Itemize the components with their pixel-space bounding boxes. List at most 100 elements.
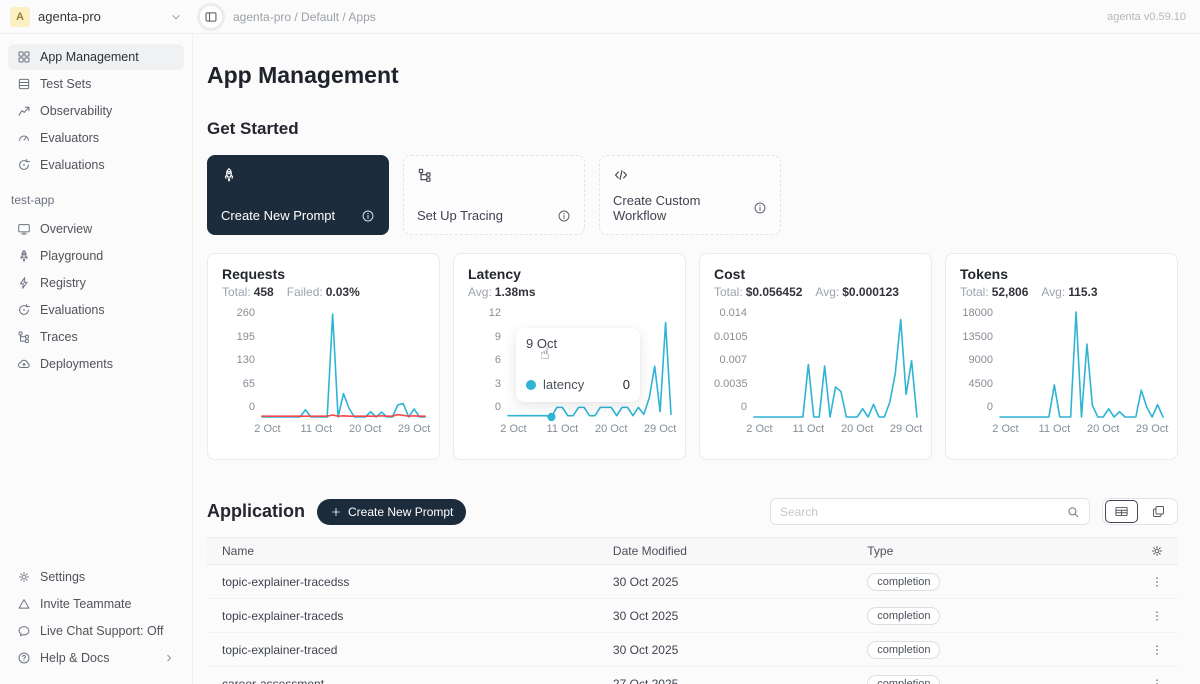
y-tick-label: 65: [222, 379, 255, 390]
sidebar-item-evaluations[interactable]: Evaluations: [8, 297, 184, 323]
sidebar-item-settings[interactable]: Settings: [8, 564, 184, 590]
page-title: App Management: [207, 62, 1178, 89]
sidebar-item-label: Overview: [40, 222, 92, 236]
x-tick-label: 11 Oct: [793, 423, 825, 435]
row-app-name[interactable]: topic-explainer-traced: [222, 643, 613, 657]
get-started-card-top: [417, 167, 571, 188]
help-icon: [17, 651, 31, 665]
sidebar-item-invite-teammate[interactable]: Invite Teammate: [8, 591, 184, 617]
sidebar-item-registry[interactable]: Registry: [8, 270, 184, 296]
y-axis-labels: 1800013500900045000: [960, 308, 1000, 413]
row-date-modified: 30 Oct 2025: [613, 609, 867, 623]
table-row[interactable]: topic-explainer-traced 30 Oct 2025 compl…: [207, 633, 1178, 667]
y-axis-labels: 0.0140.01050.0070.00350: [714, 308, 754, 413]
sidebar-item-playground[interactable]: Playground: [8, 243, 184, 269]
get-started-title: Get Started: [207, 119, 1178, 139]
view-toggle: [1102, 498, 1178, 525]
info-icon[interactable]: [753, 201, 767, 215]
get-started-card-create-custom-workflow[interactable]: Create Custom Workflow: [599, 155, 781, 235]
sidebar-item-label: Invite Teammate: [40, 597, 131, 611]
x-axis-labels: 2 Oct11 Oct20 Oct29 Oct: [508, 417, 671, 433]
column-header-name[interactable]: Name: [222, 544, 613, 558]
create-new-prompt-button[interactable]: Create New Prompt: [317, 499, 466, 525]
x-axis-labels: 2 Oct11 Oct20 Oct29 Oct: [1000, 417, 1163, 433]
x-tick-label: 11 Oct: [301, 423, 333, 435]
sidebar-item-label: Help & Docs: [40, 651, 109, 665]
sidebar-item-deployments[interactable]: Deployments: [8, 351, 184, 377]
grid-icon: [17, 50, 31, 64]
table-view-button[interactable]: [1103, 498, 1140, 525]
monitor-icon: [17, 222, 31, 236]
row-app-name[interactable]: topic-explainer-tracedss: [222, 575, 613, 589]
line-series-cost: [754, 319, 917, 417]
sidebar-toggle-button[interactable]: [197, 3, 225, 31]
row-menu-icon[interactable]: [1150, 609, 1164, 623]
chart-body: 1800013500900045000: [960, 312, 1163, 417]
y-tick-label: 9000: [960, 355, 993, 366]
y-tick-label: 0.007: [714, 355, 747, 366]
sidebar-footer-group: Settings Invite Teammate Live Chat Suppo…: [8, 564, 184, 672]
y-tick-label: 195: [222, 332, 255, 343]
chart-plot[interactable]: [1000, 312, 1163, 417]
row-menu-icon[interactable]: [1150, 677, 1164, 684]
row-type-cell: completion: [867, 675, 1074, 684]
y-tick-label: 13500: [960, 332, 993, 343]
sidebar-item-test-sets[interactable]: Test Sets: [8, 71, 184, 97]
get-started-card-set-up-tracing[interactable]: Set Up Tracing: [403, 155, 585, 235]
sidebar-item-overview[interactable]: Overview: [8, 216, 184, 242]
get-started-cards: Create New Prompt Set Up Tracing Create …: [207, 155, 1178, 235]
info-icon[interactable]: [557, 209, 571, 223]
info-icon[interactable]: [361, 209, 375, 223]
table-row[interactable]: topic-explainer-traceds 30 Oct 2025 comp…: [207, 599, 1178, 633]
chart-stat: Total:52,806: [960, 285, 1028, 299]
sidebar-item-evaluations[interactable]: Evaluations: [8, 152, 184, 178]
row-app-name[interactable]: career-assessment: [222, 677, 613, 684]
tooltip-series-value: 0: [623, 377, 630, 392]
get-started-card-label: Create Custom Workflow: [613, 193, 753, 223]
get-started-card-create-new-prompt[interactable]: Create New Prompt: [207, 155, 389, 235]
chart-stats: Total:458 Failed:0.03%: [222, 285, 425, 299]
row-menu-icon[interactable]: [1150, 643, 1164, 657]
sidebar-item-label: Traces: [40, 330, 78, 344]
chart-stat: Total:458: [222, 285, 274, 299]
x-tick-label: 20 Oct: [595, 423, 627, 435]
chart-tooltip: 9 Oct latency 0: [516, 328, 640, 402]
sidebar-item-evaluators[interactable]: Evaluators: [8, 125, 184, 151]
app-version: agenta v0.59.10: [1107, 11, 1200, 23]
chart-plot[interactable]: [262, 312, 425, 417]
get-started-card-bottom: Create Custom Workflow: [613, 193, 767, 223]
search-icon[interactable]: [1066, 505, 1080, 519]
row-type-cell: completion: [867, 573, 1074, 591]
card-view-button[interactable]: [1140, 498, 1177, 525]
tooltip-series-row: latency 0: [526, 377, 630, 392]
main-content: App Management Get Started Create New Pr…: [193, 34, 1200, 684]
row-menu-icon[interactable]: [1150, 575, 1164, 589]
workspace-selector[interactable]: A agenta-pro: [0, 7, 193, 27]
column-settings-gear-icon[interactable]: [1150, 544, 1164, 558]
search-input[interactable]: [780, 505, 1060, 519]
chart-title: Latency: [468, 266, 671, 282]
sidebar-item-observability[interactable]: Observability: [8, 98, 184, 124]
column-header-date-modified[interactable]: Date Modified: [613, 544, 867, 558]
sidebar: App Management Test Sets Observability E…: [0, 34, 193, 684]
get-started-card-top: [613, 167, 767, 188]
table-row[interactable]: career-assessment 27 Oct 2025 completion: [207, 667, 1178, 684]
sidebar-item-app-management[interactable]: App Management: [8, 44, 184, 70]
chevron-down-icon[interactable]: [169, 10, 183, 24]
sidebar-item-help-docs[interactable]: Help & Docs: [8, 645, 184, 671]
chart-stat: Avg:$0.000123: [815, 285, 899, 299]
column-header-type[interactable]: Type: [867, 544, 1074, 558]
chart-icon: [17, 104, 31, 118]
sidebar-item-live-chat-support-off[interactable]: Live Chat Support: Off: [8, 618, 184, 644]
x-tick-label: 2 Oct: [746, 423, 772, 435]
sidebar-item-label: Playground: [40, 249, 103, 263]
line-series-failed: [262, 415, 425, 417]
table-row[interactable]: topic-explainer-tracedss 30 Oct 2025 com…: [207, 565, 1178, 599]
workspace-avatar: A: [10, 7, 30, 27]
sidebar-item-traces[interactable]: Traces: [8, 324, 184, 350]
cloud-icon: [17, 357, 31, 371]
row-app-name[interactable]: topic-explainer-traceds: [222, 609, 613, 623]
chart-plot[interactable]: [754, 312, 917, 417]
chart-stat: Failed:0.03%: [287, 285, 360, 299]
type-badge: completion: [867, 607, 940, 625]
